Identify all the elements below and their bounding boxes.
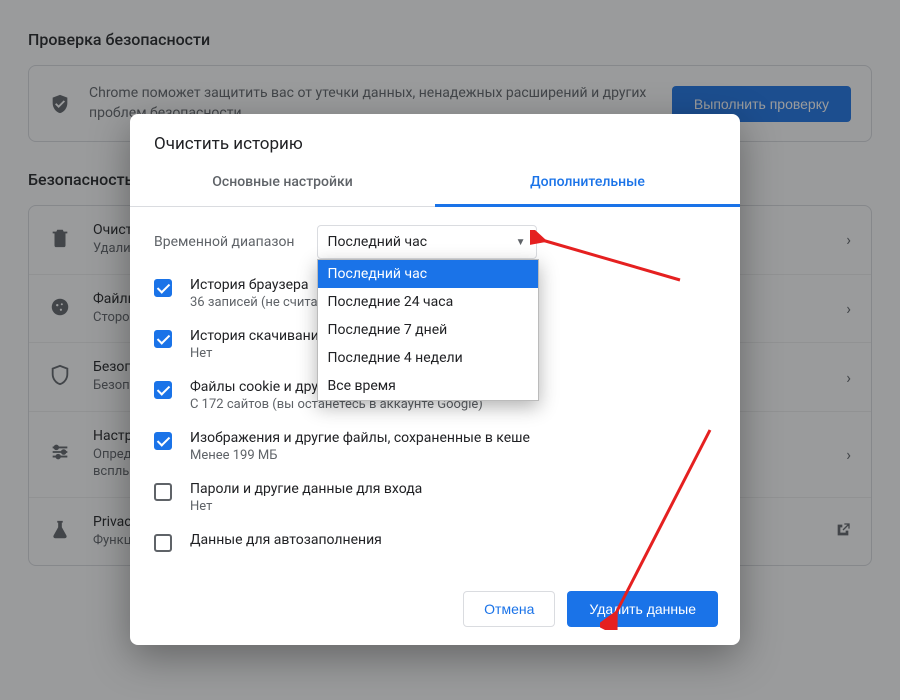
- dialog-body[interactable]: Временной диапазон Последний час ▼ После…: [130, 207, 740, 577]
- checkbox[interactable]: [154, 534, 172, 552]
- option-last-24h[interactable]: Последние 24 часа: [318, 288, 538, 316]
- option-last-hour[interactable]: Последний час: [318, 260, 538, 288]
- item-passwords: Пароли и другие данные для входа Нет: [154, 481, 716, 514]
- clear-data-dialog: Очистить историю Основные настройки Допо…: [130, 114, 740, 645]
- option-last-7d[interactable]: Последние 7 дней: [318, 316, 538, 344]
- time-range-label: Временной диапазон: [154, 234, 295, 250]
- clear-data-button[interactable]: Удалить данные: [567, 591, 718, 627]
- checkbox[interactable]: [154, 483, 172, 501]
- tab-advanced[interactable]: Дополнительные: [435, 160, 740, 207]
- checkbox[interactable]: [154, 330, 172, 348]
- option-all-time[interactable]: Все время: [318, 372, 538, 400]
- caret-down-icon: ▼: [516, 237, 526, 248]
- item-title: Данные для автозаполнения: [190, 532, 716, 548]
- checkbox[interactable]: [154, 432, 172, 450]
- item-title: Изображения и другие файлы, сохраненные …: [190, 430, 716, 446]
- time-range-select[interactable]: Последний час ▼ Последний час Последние …: [317, 225, 537, 259]
- dialog-tabs: Основные настройки Дополнительные: [130, 160, 740, 207]
- time-range-dropdown: Последний час Последние 24 часа Последни…: [317, 259, 539, 401]
- dialog-title: Очистить историю: [130, 114, 740, 160]
- checkbox[interactable]: [154, 381, 172, 399]
- checkbox[interactable]: [154, 279, 172, 297]
- item-cache: Изображения и другие файлы, сохраненные …: [154, 430, 716, 463]
- item-sub: Менее 199 МБ: [190, 448, 716, 463]
- time-range-value: Последний час: [328, 234, 428, 250]
- option-last-4w[interactable]: Последние 4 недели: [318, 344, 538, 372]
- tab-basic[interactable]: Основные настройки: [130, 160, 435, 206]
- item-autofill: Данные для автозаполнения: [154, 532, 716, 552]
- item-sub: Нет: [190, 499, 716, 514]
- cancel-button[interactable]: Отмена: [463, 591, 555, 627]
- item-title: Пароли и другие данные для входа: [190, 481, 716, 497]
- dialog-footer: Отмена Удалить данные: [130, 577, 740, 645]
